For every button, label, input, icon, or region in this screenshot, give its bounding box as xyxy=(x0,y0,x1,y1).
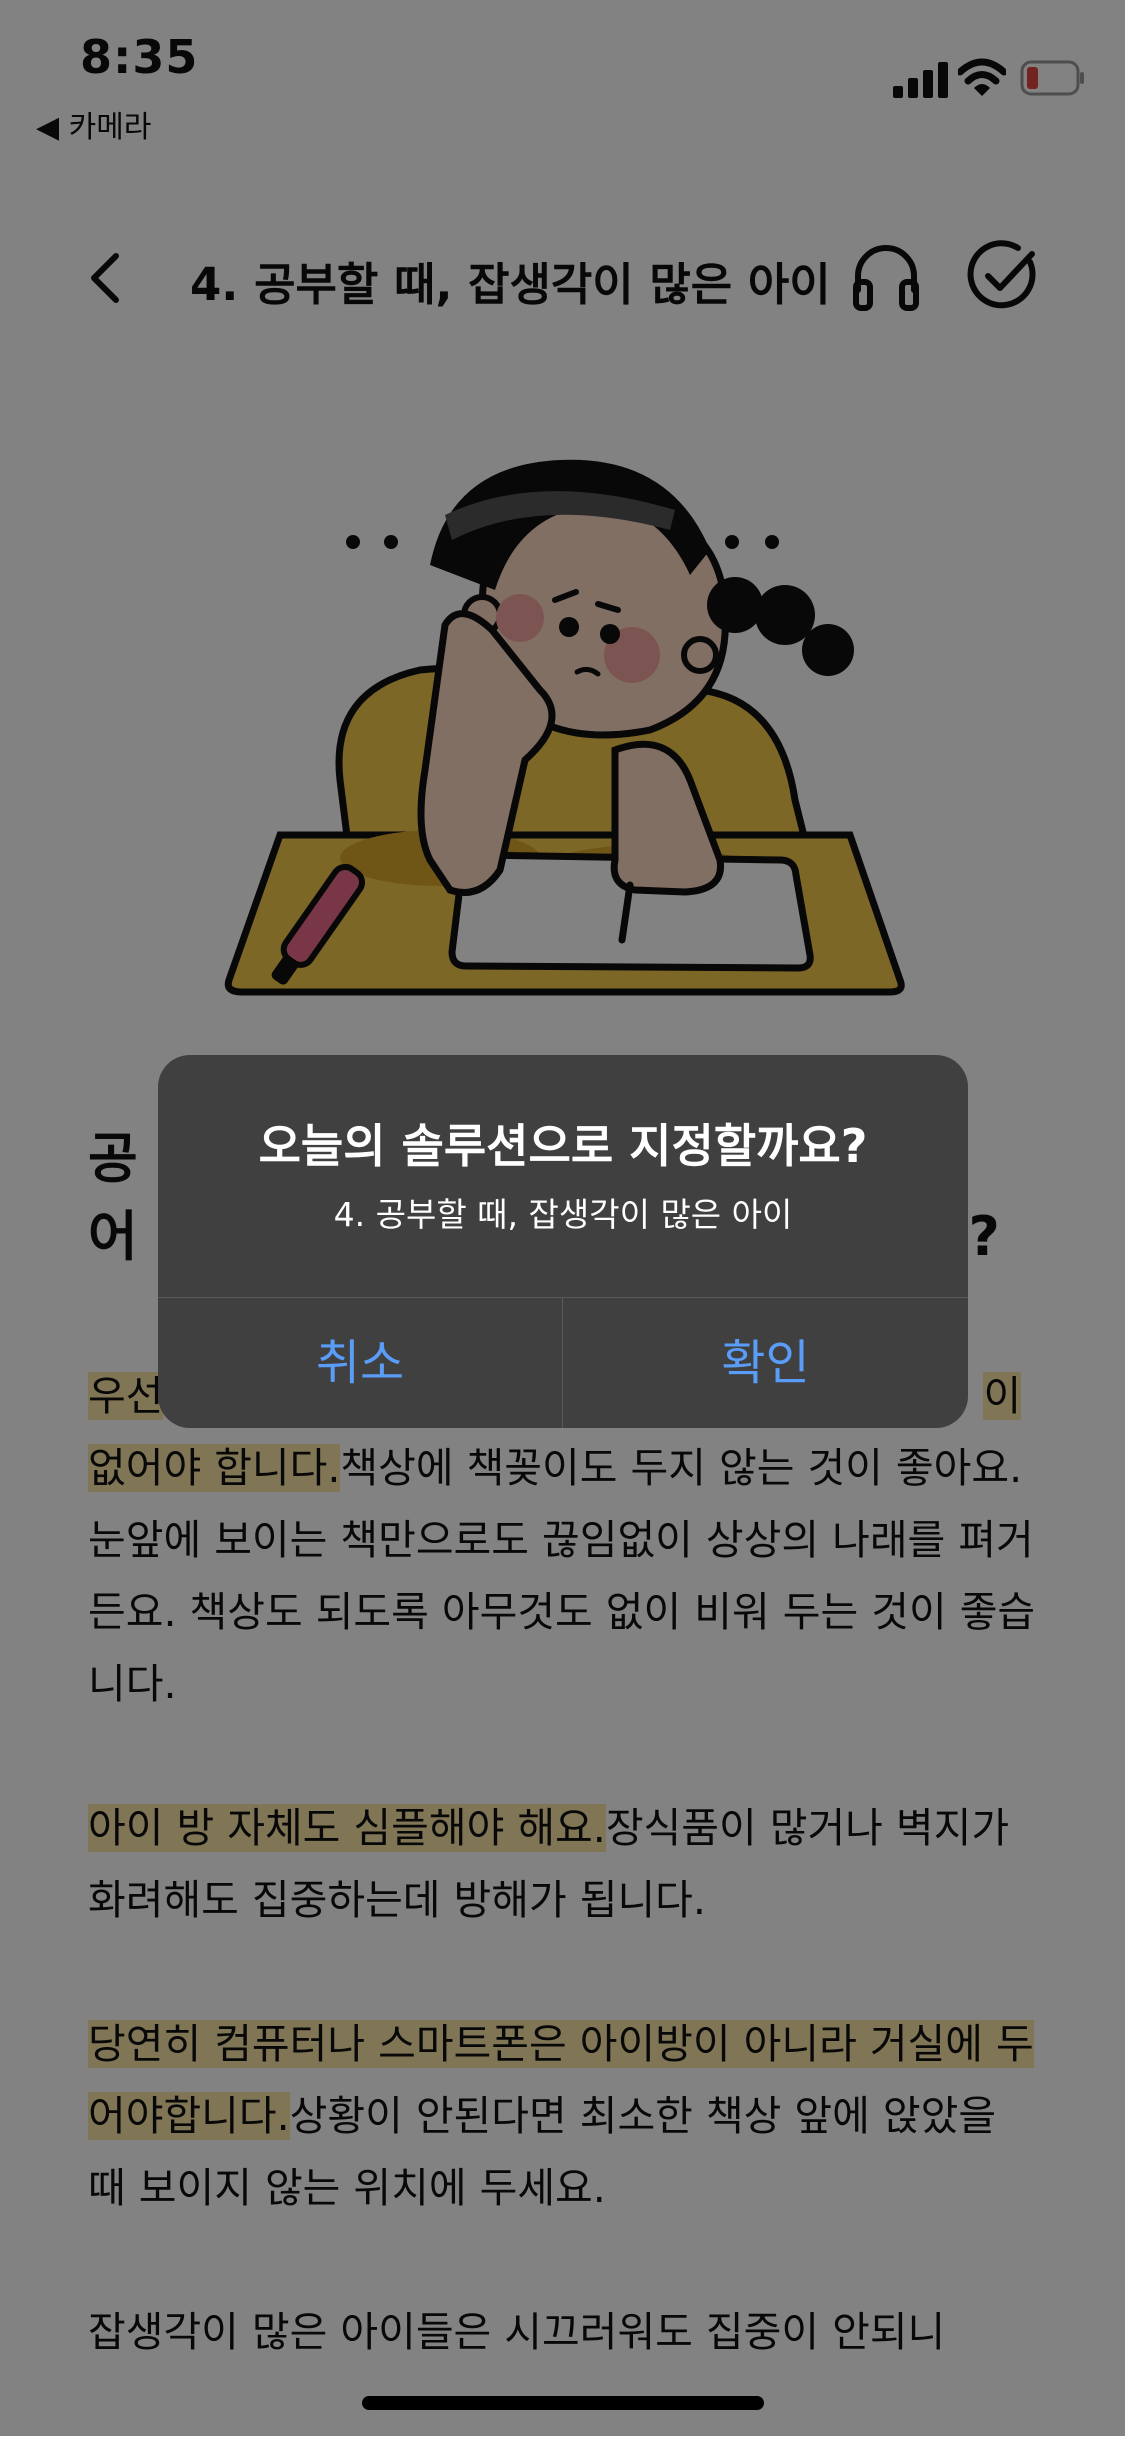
dialog-message: 4. 공부할 때, 잡생각이 많은 아이 xyxy=(333,1195,793,1234)
home-indicator[interactable] xyxy=(362,2396,764,2410)
dialog-title: 오늘의 솔루션으로 지정할까요? xyxy=(258,1119,868,1173)
confirm-dialog: 오늘의 솔루션으로 지정할까요? 4. 공부할 때, 잡생각이 많은 아이 취소… xyxy=(158,1055,968,1428)
cancel-button[interactable]: 취소 xyxy=(158,1298,562,1428)
confirm-button[interactable]: 확인 xyxy=(563,1298,968,1428)
